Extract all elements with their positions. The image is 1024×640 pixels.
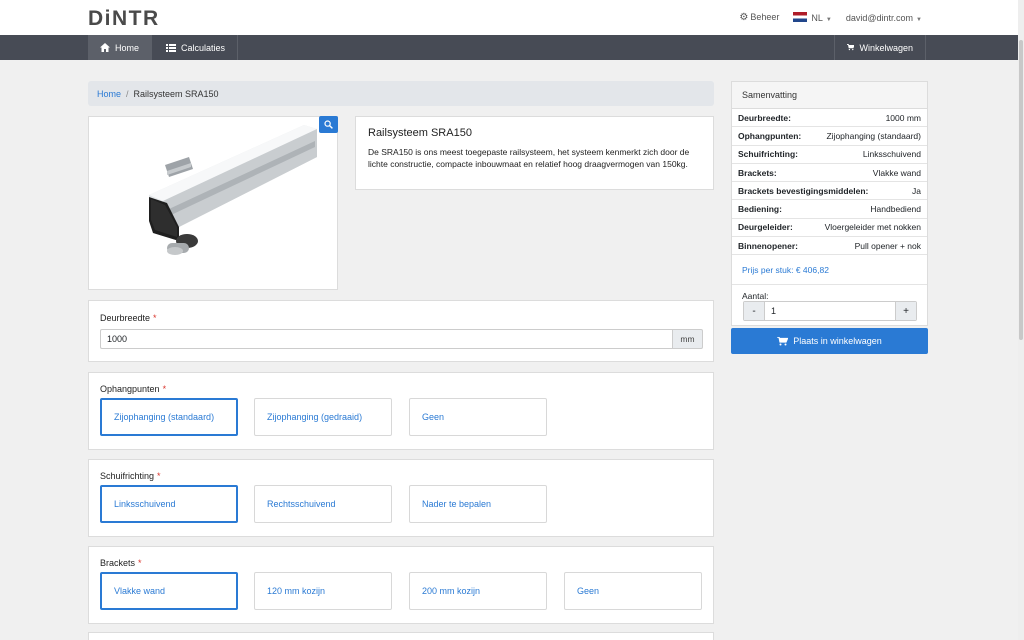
summary-value: Pull opener + nok — [854, 240, 921, 251]
summary-value: Ja — [912, 185, 921, 196]
option-suspension-none[interactable]: Geen — [409, 398, 547, 436]
door-width-label-text: Deurbreedte — [100, 313, 151, 323]
required-marker: * — [162, 384, 167, 394]
required-marker: * — [138, 558, 142, 568]
summary-key: Brackets bevestigingsmiddelen: — [738, 185, 869, 196]
caret-down-icon: ▼ — [825, 17, 832, 23]
breadcrumb-current: Railsysteem SRA150 — [133, 88, 219, 99]
summary-key: Deurbreedte: — [738, 112, 791, 123]
option-to-be-determined[interactable]: Nader te bepalen — [409, 485, 547, 523]
option-left-sliding[interactable]: Linksschuivend — [100, 485, 238, 523]
direction-section: Schuifrichting * Linksschuivend Rechtssch… — [88, 459, 714, 537]
option-120mm-frame[interactable]: 120 mm kozijn — [254, 572, 392, 610]
product-description: De SRA150 is ons meest toegepaste railsy… — [368, 147, 690, 169]
top-right-menu: ⚙ Beheer NL ▼ david@dintr.com ▼ — [739, 12, 922, 23]
option-200mm-frame[interactable]: 200 mm kozijn — [409, 572, 547, 610]
option-side-suspension-rotated[interactable]: Zijophanging (gedraaid) — [254, 398, 392, 436]
top-bar: DiNTR ⚙ Beheer NL ▼ david@dintr.com ▼ — [0, 0, 1018, 35]
home-icon — [100, 43, 110, 52]
summary-key: Binnenopener: — [738, 240, 798, 251]
quantity-increase-button[interactable]: + — [896, 302, 916, 320]
user-menu[interactable]: david@dintr.com ▼ — [846, 13, 922, 23]
summary-row: Brackets: Vlakke wand — [732, 164, 927, 183]
zoom-icon — [324, 120, 333, 129]
unit-price: Prijs per stuk: € 406,82 — [732, 255, 927, 286]
language-menu[interactable]: NL ▼ — [793, 12, 832, 23]
summary-row: Deurbreedte: 1000 mm — [732, 109, 927, 128]
breadcrumb-home[interactable]: Home — [97, 89, 121, 99]
brackets-label-text: Brackets — [100, 558, 136, 568]
summary-value: Handbediend — [870, 204, 921, 215]
product-description-card: Railsysteem SRA150 De SRA150 is ons mees… — [355, 116, 714, 190]
summary-value: Zijophanging (standaard) — [826, 130, 921, 141]
summary-row: Bediening: Handbediend — [732, 200, 927, 219]
brackets-label: Brackets * — [100, 558, 142, 568]
zoom-image-button[interactable] — [319, 116, 338, 133]
door-width-label: Deurbreedte * — [100, 313, 157, 323]
add-to-cart-button[interactable]: Plaats in winkelwagen — [731, 328, 928, 354]
option-brackets-none[interactable]: Geen — [564, 572, 702, 610]
nav-home-label: Home — [115, 42, 140, 53]
option-right-sliding[interactable]: Rechtsschuivend — [254, 485, 392, 523]
nav-calculations-label: Calculaties — [181, 42, 226, 53]
door-width-input[interactable]: 1000 — [100, 329, 672, 349]
required-marker: * — [157, 471, 161, 481]
door-width-section: Deurbreedte * 1000 mm — [88, 300, 714, 362]
summary-title: Samenvatting — [732, 82, 927, 109]
nav-cart-label: Winkelwagen — [859, 42, 913, 53]
main-navbar: Home Calculaties Winkelwagen — [0, 35, 1018, 60]
direction-label: Schuifrichting * — [100, 471, 161, 481]
flag-nl-icon — [793, 12, 808, 22]
nav-home[interactable]: Home — [88, 35, 152, 60]
summary-row: Brackets bevestigingsmiddelen: Ja — [732, 182, 927, 201]
nav-calculations[interactable]: Calculaties — [154, 35, 239, 60]
summary-key: Deurgeleider: — [738, 222, 793, 233]
summary-row: Deurgeleider: Vloergeleider met nokken — [732, 219, 927, 238]
product-image — [149, 125, 317, 255]
option-side-suspension-standard[interactable]: Zijophanging (standaard) — [100, 398, 238, 436]
breadcrumb: Home / Railsysteem SRA150 — [88, 81, 714, 106]
next-section — [88, 632, 714, 640]
summary-row: Binnenopener: Pull opener + nok — [732, 237, 927, 256]
caret-down-icon: ▼ — [916, 16, 922, 23]
add-to-cart-label: Plaats in winkelwagen — [793, 336, 882, 346]
summary-key: Brackets: — [738, 167, 777, 178]
gear-icon: ⚙ — [739, 12, 749, 23]
summary-value: Linksschuivend — [862, 149, 921, 160]
option-flat-wall[interactable]: Vlakke wand — [100, 572, 238, 610]
summary-key: Bediening: — [738, 204, 782, 215]
summary-row: Ophangpunten: Zijophanging (standaard) — [732, 127, 927, 146]
suspension-section: Ophangpunten * Zijophanging (standaard) Z… — [88, 372, 714, 450]
user-email: david@dintr.com — [845, 12, 914, 23]
summary-value: Vloergeleider met nokken — [824, 222, 921, 233]
scrollbar-thumb[interactable] — [1019, 40, 1023, 340]
brackets-section: Brackets * Vlakke wand 120 mm kozijn 200 … — [88, 546, 714, 624]
door-width-unit: mm — [672, 329, 703, 349]
suspension-label: Ophangpunten * — [100, 384, 166, 394]
admin-menu[interactable]: ⚙ Beheer — [739, 12, 779, 23]
admin-label: Beheer — [750, 12, 780, 22]
direction-label-text: Schuifrichting — [100, 471, 155, 481]
required-marker: * — [153, 313, 157, 323]
summary-key: Ophangpunten: — [738, 130, 802, 141]
quantity-stepper: - 1 + — [743, 301, 917, 321]
summary-value: Vlakke wand — [872, 167, 921, 178]
language-label: NL — [811, 13, 823, 23]
cart-icon — [847, 44, 855, 51]
list-icon — [166, 43, 176, 52]
quantity-decrease-button[interactable]: - — [744, 302, 764, 320]
nav-cart[interactable]: Winkelwagen — [834, 35, 926, 60]
quantity-label: Aantal: — [742, 291, 769, 301]
quantity-input[interactable]: 1 — [764, 302, 896, 320]
cart-icon — [777, 336, 789, 345]
suspension-label-text: Ophangpunten — [100, 384, 160, 394]
logo[interactable]: DiNTR — [88, 7, 160, 31]
summary-panel: Samenvatting Deurbreedte: 1000 mm Ophangp… — [731, 81, 928, 326]
breadcrumb-separator: / — [126, 88, 129, 99]
product-title: Railsysteem SRA150 — [368, 127, 472, 139]
summary-row: Schuifrichting: Linksschuivend — [732, 146, 927, 164]
product-image-card — [88, 116, 338, 290]
summary-value: 1000 mm — [885, 112, 921, 123]
summary-key: Schuifrichting: — [738, 149, 798, 160]
